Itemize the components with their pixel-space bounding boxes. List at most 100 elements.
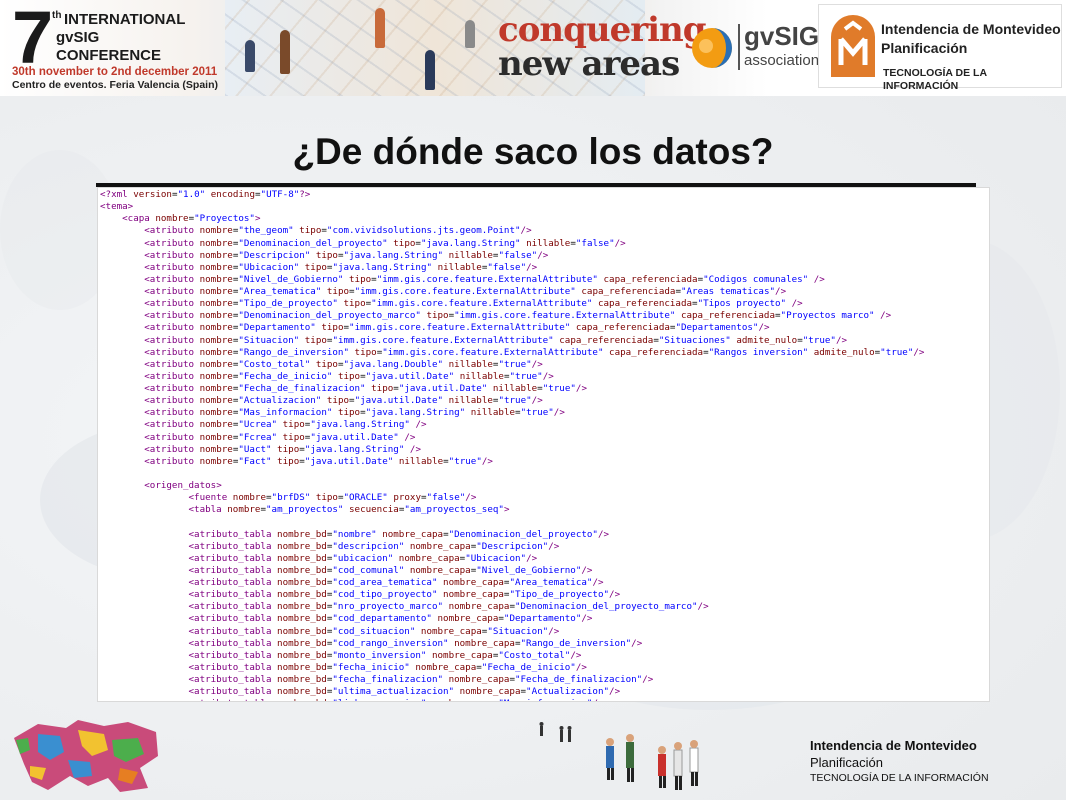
code-tag: <capa [122, 213, 150, 225]
code-tag: <atributo_tabla [188, 674, 272, 685]
code-tag: /> [548, 625, 560, 637]
code-attr-value: "Fecha_de_inicio" [481, 661, 576, 673]
code-attr-value: "java.util.Date" [365, 370, 455, 382]
code-attr-name: admite_nulo [813, 346, 875, 358]
code-attr-value: "fecha_finalizacion" [332, 674, 444, 685]
code-attr-name: nombre_bd [277, 601, 327, 613]
code-attr-value: "Fecha_de_finalizacion" [514, 674, 643, 685]
code-attr-value: "Descripcion" [238, 249, 311, 261]
code-attr-value: "Nivel_de_Gobierno" [476, 564, 582, 576]
code-attr-value: "cod_comunal" [332, 564, 405, 576]
code-line: <atributo_tabla nombre_bd="fecha_finaliz… [100, 674, 924, 686]
code-attr-name: nombre [199, 431, 233, 443]
code-line: <atributo_tabla nombre_bd="ubicacion" no… [100, 553, 924, 565]
footer-org-department: TECNOLOGÍA DE LA INFORMACIÓN [810, 772, 989, 784]
code-tag: /> [531, 358, 543, 370]
code-tag: <tabla [188, 504, 222, 516]
world-map-icon [14, 720, 158, 792]
code-tag: /> [404, 431, 416, 443]
code-attr-name: nillable [470, 407, 516, 419]
code-attr-name: nombre [199, 310, 233, 322]
code-attr-value: "Actualizacion" [238, 395, 322, 407]
code-attr-name: nombre [199, 395, 233, 407]
code-attr-name: capa_referenciada [559, 334, 654, 346]
code-line: <atributo nombre="Costo_total" tipo="jav… [100, 359, 924, 371]
code-attr-name: tipo [315, 358, 338, 370]
code-attr-value: "Tipos proyecto" [697, 298, 787, 310]
code-attr-value: "java.lang.String" [420, 237, 521, 249]
code-attr-name: nillable [459, 370, 504, 382]
code-tag: /> [913, 346, 925, 358]
people-figures-icon [539, 722, 699, 790]
code-tag: <atributo_tabla [188, 686, 272, 698]
footer-org-title: Intendencia de Montevideo [810, 738, 977, 753]
code-attr-value: "true" [802, 334, 836, 346]
code-attr-name: nombre_capa [415, 661, 477, 673]
code-attr-name: nombre [199, 407, 233, 419]
code-attr-value: "Rangos inversion" [708, 346, 809, 358]
code-attr-value: "ubicacion" [332, 552, 394, 564]
code-tag: <atributo [144, 225, 195, 237]
code-attr-name: tipo [277, 455, 300, 467]
code-attr-value: "true" [448, 455, 482, 467]
code-tag: <atributo [144, 298, 195, 310]
code-attr-value: "Denominacion_del_proyecto" [448, 528, 598, 540]
code-line: <atributo nombre="Rango_de_inversion" ti… [100, 347, 924, 359]
code-line: <atributo_tabla nombre_bd="cod_rango_inv… [100, 638, 924, 650]
code-tag: <atributo_tabla [188, 552, 272, 564]
code-tag: /> [758, 322, 770, 334]
code-attr-value: "true" [498, 395, 532, 407]
slogan-line-2: new areas [498, 44, 680, 84]
code-attr-name: tipo [371, 383, 394, 394]
code-attr-value: "false" [575, 237, 615, 249]
code-attr-name: nombre [199, 455, 233, 467]
code-tag: <atributo_tabla [188, 528, 272, 540]
code-attr-name: tipo [304, 261, 327, 273]
xml-code-lines: <?xml version="1.0" encoding="UTF-8"?> <t… [100, 189, 924, 701]
code-attr-value: "Rango_de_inversion" [520, 637, 632, 649]
code-attr-value: "java.util.Date" [304, 455, 394, 467]
code-attr-value: "true" [520, 407, 554, 419]
code-tag: /> [570, 649, 582, 661]
code-attr-name: nombre [199, 334, 233, 346]
code-attr-value: "Rango_de_inversion" [238, 346, 349, 358]
code-tag: /> [609, 589, 621, 601]
code-line: <fuente nombre="brfDS" tipo="ORACLE" pro… [100, 492, 924, 504]
conference-dates: 30th november to 2nd december 2011 [12, 66, 218, 78]
code-line: <atributo_tabla nombre_bd="ultima_actual… [100, 686, 924, 698]
code-attr-name: nillable [398, 455, 444, 467]
code-attr-value: "Situacion" [238, 334, 300, 346]
code-attr-value: "imm.gis.core.feature.ExternalAttribute" [332, 334, 554, 346]
code-line: <atributo_tabla nombre_bd="fecha_inicio"… [100, 662, 924, 674]
slogan-line-1: conquering [498, 10, 707, 50]
banner-figure [425, 50, 435, 90]
code-tag: <atributo_tabla [188, 564, 272, 576]
code-attr-name: nombre_bd [277, 540, 327, 552]
code-attr-value: "cod_rango_inversion" [332, 637, 449, 649]
code-tag: <?xml [100, 189, 128, 200]
code-attr-value: "ultima_actualizacion" [332, 686, 455, 698]
code-attr-name: tipo [277, 443, 300, 455]
code-tag: /> [520, 225, 532, 237]
code-line: <atributo nombre="Ucrea" tipo="java.lang… [100, 419, 924, 431]
code-attr-name: nombre_bd [277, 577, 327, 588]
code-attr-name: nombre [199, 298, 233, 310]
banner-figure [245, 40, 255, 72]
code-attr-value: "1.0" [177, 189, 206, 200]
code-attr-name: nombre [199, 322, 233, 334]
code-line: <atributo nombre="the_geom" tipo="com.vi… [100, 225, 924, 237]
code-attr-value: "Fecha_de_finalizacion" [238, 383, 366, 394]
conference-line: gvSIG [56, 29, 100, 46]
code-tag: <atributo [144, 383, 195, 394]
code-attr-value: "UTF-8" [260, 189, 300, 200]
code-tag: <atributo_tabla [188, 649, 272, 661]
code-tag: /> [548, 540, 560, 552]
code-attr-name: nombre [199, 383, 233, 394]
code-line: <atributo_tabla nombre_bd="cod_departame… [100, 613, 924, 625]
code-attr-name: nombre_bd [277, 613, 327, 625]
code-attr-name: nombre_capa [443, 589, 504, 601]
code-attr-name: tipo [354, 346, 377, 358]
code-attr-name: nombre_capa [420, 625, 482, 637]
code-line: <atributo nombre="Mas_informacion" tipo=… [100, 407, 924, 419]
code-attr-value: "java.lang.String" [332, 261, 433, 273]
